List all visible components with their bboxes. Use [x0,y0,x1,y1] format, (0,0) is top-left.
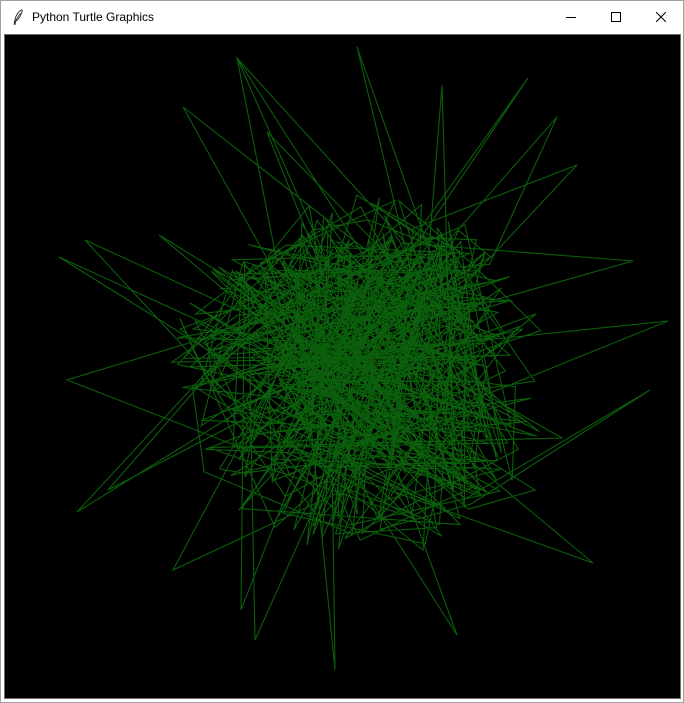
title-bar[interactable]: Python Turtle Graphics [1,1,683,32]
turtle-window: Python Turtle Graphics [0,0,684,703]
turtle-canvas-area[interactable] [4,34,681,699]
turtle-pen-path [58,46,669,671]
feather-icon [10,8,26,25]
turtle-drawing [58,46,669,671]
maximize-icon [610,11,621,22]
window-title: Python Turtle Graphics [32,9,155,24]
close-icon [655,11,666,22]
minimize-icon [565,16,576,18]
close-button[interactable] [638,1,683,32]
maximize-button[interactable] [593,1,638,32]
minimize-button[interactable] [548,1,593,32]
window-controls [548,1,683,32]
